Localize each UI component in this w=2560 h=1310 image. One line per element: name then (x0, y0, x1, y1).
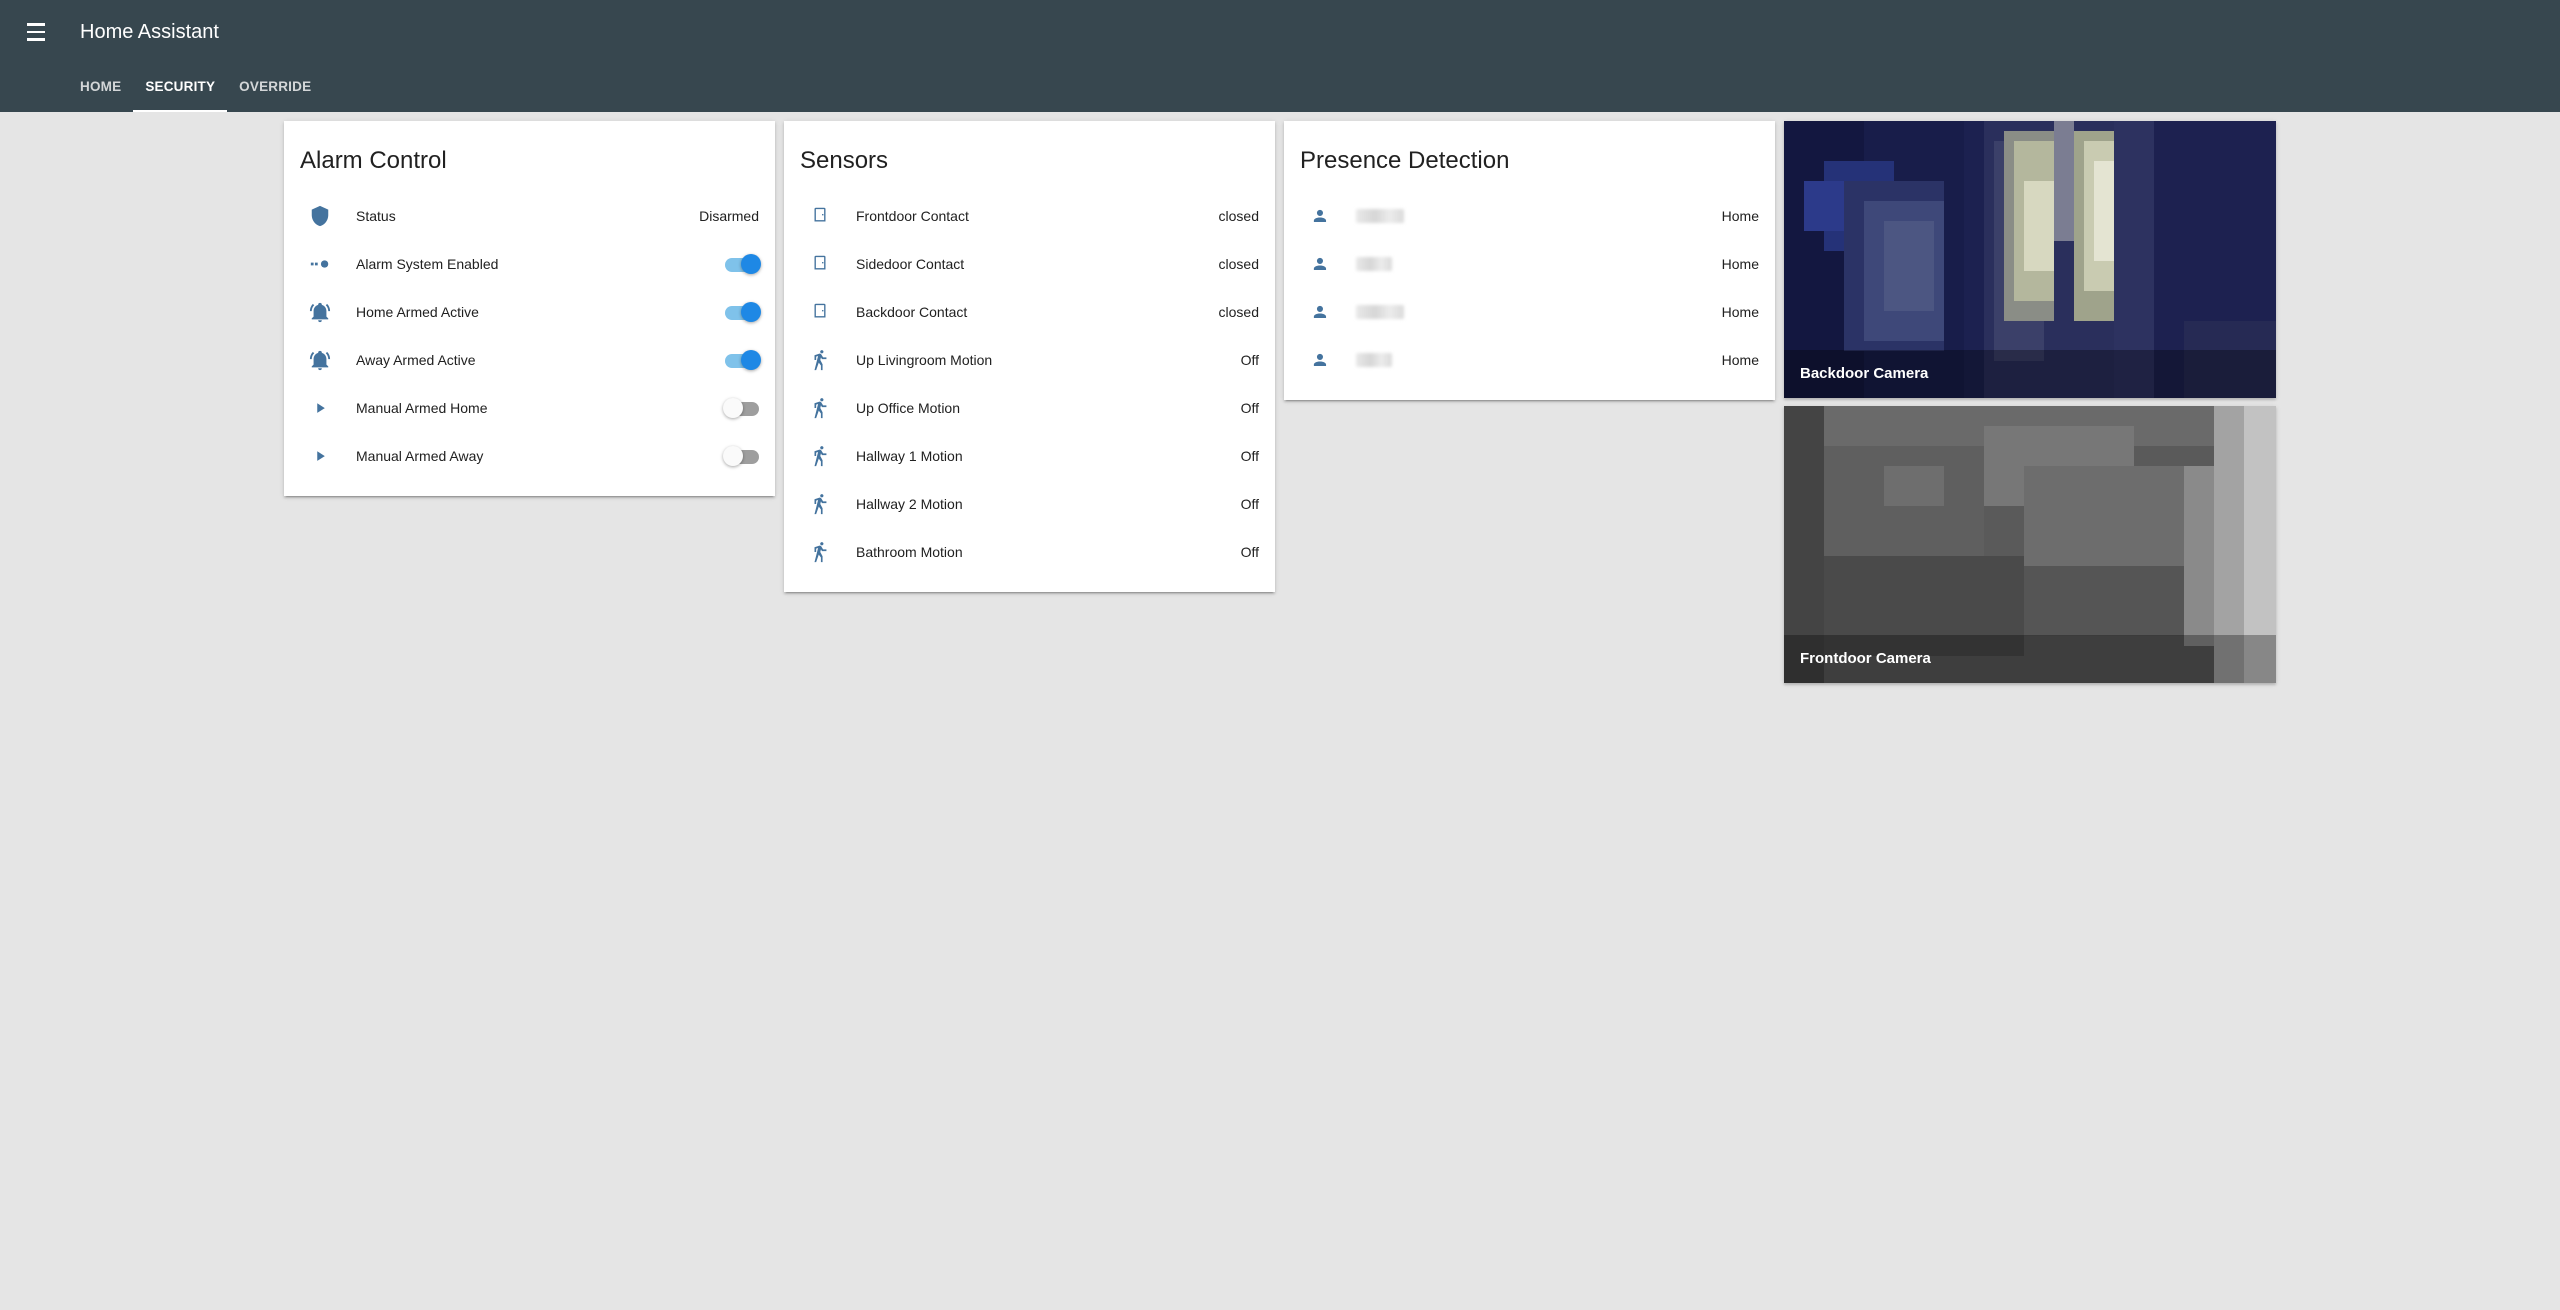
row-label: Manual Armed Home (356, 400, 488, 416)
alarm-system-enabled-toggle[interactable] (723, 254, 761, 274)
home-armed-active-toggle[interactable] (723, 302, 761, 322)
door-icon (800, 244, 840, 284)
row-label: Sidedoor Contact (856, 256, 965, 272)
bell-ring-icon (300, 340, 340, 380)
alarm-system-enabled-row: Alarm System Enabled (300, 244, 761, 284)
alarm-status-row[interactable]: Status Disarmed (300, 196, 759, 236)
card-title: Presence Detection (1300, 147, 1510, 174)
sensor-row[interactable]: Hallway 2 Motion Off (800, 484, 1259, 524)
person-row[interactable]: Home (1300, 244, 1759, 284)
sensor-row[interactable]: Bathroom Motion Off (800, 532, 1259, 572)
row-label: Hallway 1 Motion (856, 448, 963, 464)
walk-icon (800, 340, 840, 380)
camera-name: Frontdoor Camera (1784, 635, 2276, 683)
account-icon (1300, 340, 1340, 380)
home-armed-active-row: Home Armed Active (300, 292, 761, 332)
row-state: Disarmed (699, 208, 759, 224)
row-state: Off (1240, 400, 1259, 416)
row-state: Off (1240, 544, 1259, 560)
door-icon (800, 196, 840, 236)
manual-armed-away-row: Manual Armed Away (300, 436, 759, 476)
blurred-person-name (1356, 209, 1404, 223)
row-state: Off (1240, 496, 1259, 512)
shield-icon (300, 196, 340, 236)
camera-name: Backdoor Camera (1784, 350, 2276, 398)
row-label: Bathroom Motion (856, 544, 963, 560)
sensor-row[interactable]: Backdoor Contact closed (800, 292, 1259, 332)
away-armed-active-row: Away Armed Active (300, 340, 761, 380)
bell-ring-icon (300, 292, 340, 332)
presence-detection-card: Presence Detection Home Home Home Home (1284, 121, 1775, 400)
blurred-person-name (1356, 353, 1392, 367)
manual-armed-home-row: Manual Armed Home (300, 388, 759, 428)
row-state: Off (1240, 448, 1259, 464)
card-title: Sensors (800, 147, 889, 174)
sensor-row[interactable]: Up Livingroom Motion Off (800, 340, 1259, 380)
tab-security[interactable]: SECURITY (133, 72, 228, 112)
row-state: Home (1721, 256, 1759, 272)
account-icon (1300, 196, 1340, 236)
walk-icon (800, 436, 840, 476)
app-toolbar: Home Assistant HOME SECURITY OVERRIDE (0, 0, 2560, 112)
door-icon (800, 292, 840, 332)
row-label: Backdoor Contact (856, 304, 968, 320)
sensor-row[interactable]: Frontdoor Contact closed (800, 196, 1259, 236)
row-state: Home (1721, 304, 1759, 320)
walk-icon (800, 532, 840, 572)
blurred-person-name (1356, 257, 1392, 271)
account-icon (1300, 244, 1340, 284)
tab-home[interactable]: HOME (68, 72, 133, 112)
row-label: Frontdoor Contact (856, 208, 969, 224)
blurred-person-name (1356, 305, 1404, 319)
manual-armed-home-toggle[interactable] (723, 398, 759, 418)
manual-armed-away-toggle[interactable] (723, 446, 759, 466)
frontdoor-camera-card[interactable]: Frontdoor Camera (1784, 406, 2276, 683)
person-row[interactable]: Home (1300, 196, 1759, 236)
row-state: closed (1218, 304, 1259, 320)
row-label: Home Armed Active (356, 304, 479, 320)
play-icon (300, 388, 340, 428)
menu-icon[interactable] (22, 18, 50, 46)
row-state: Off (1240, 352, 1259, 368)
row-label: Away Armed Active (356, 352, 476, 368)
row-label: Hallway 2 Motion (856, 496, 963, 512)
sensor-row[interactable]: Hallway 1 Motion Off (800, 436, 1259, 476)
row-label: Up Livingroom Motion (856, 352, 993, 368)
row-label: Alarm System Enabled (356, 256, 499, 272)
person-row[interactable]: Home (1300, 340, 1759, 380)
away-armed-active-toggle[interactable] (723, 350, 761, 370)
row-label: Status (356, 208, 396, 224)
row-label: Manual Armed Away (356, 448, 484, 464)
row-state: closed (1218, 256, 1259, 272)
walk-icon (800, 388, 840, 428)
backdoor-camera-card[interactable]: Backdoor Camera (1784, 121, 2276, 398)
app-title: Home Assistant (80, 21, 219, 43)
row-state: Home (1721, 208, 1759, 224)
row-label: Up Office Motion (856, 400, 961, 416)
view-tabs: HOME SECURITY OVERRIDE (68, 72, 323, 112)
play-icon (300, 436, 340, 476)
sensor-row[interactable]: Sidedoor Contact closed (800, 244, 1259, 284)
sensors-card: Sensors Frontdoor Contact closed Sidedoo… (784, 121, 1275, 592)
person-row[interactable]: Home (1300, 292, 1759, 332)
row-state: Home (1721, 352, 1759, 368)
alarm-control-card-body: Status Disarmed Alarm System Enabled Hom… (284, 121, 775, 496)
account-icon (1300, 292, 1340, 332)
toggle-switch-icon (300, 244, 340, 284)
walk-icon (800, 484, 840, 524)
row-state: closed (1218, 208, 1259, 224)
tab-override[interactable]: OVERRIDE (227, 72, 323, 112)
sensor-row[interactable]: Up Office Motion Off (800, 388, 1259, 428)
